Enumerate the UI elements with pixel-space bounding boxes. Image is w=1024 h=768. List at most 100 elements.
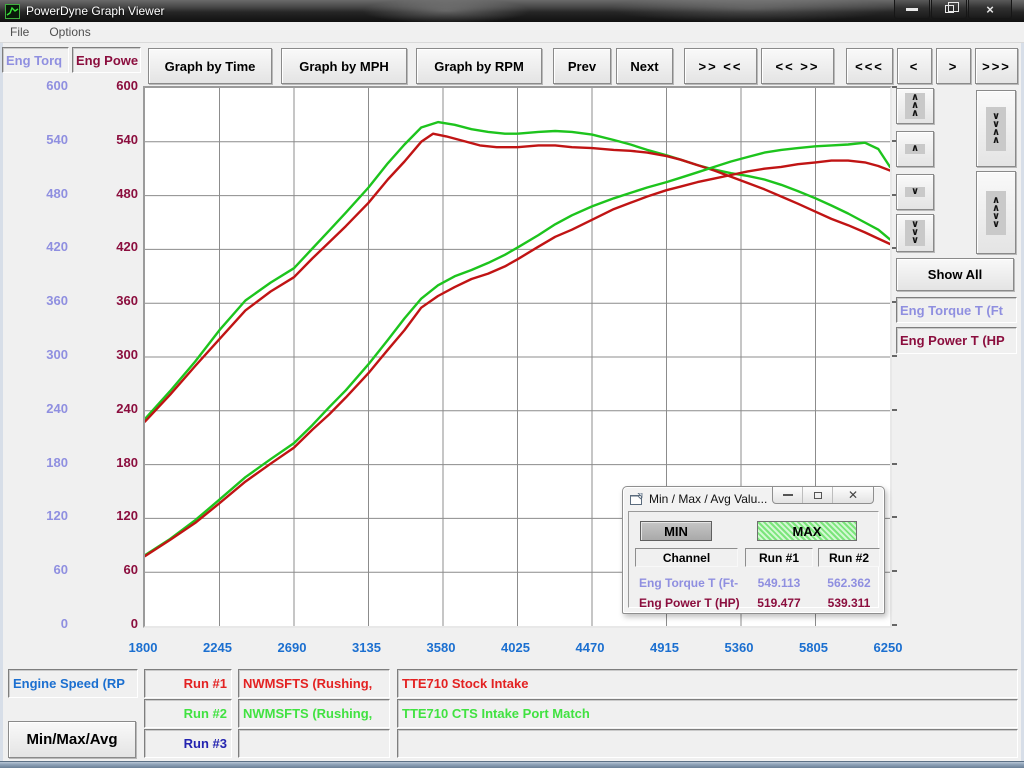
toolbar-button-graph-by-time[interactable]: Graph by Time	[148, 48, 272, 84]
minmax-minimize-icon	[783, 494, 793, 496]
x-channel-label: Engine Speed (RP	[13, 676, 125, 691]
run3-label: Run #3	[184, 736, 227, 751]
minmax-row-run2-value: 562.362	[814, 576, 884, 590]
triple-chevron-down-icon: ∨∨∨	[905, 220, 925, 246]
toolbar-button-btn[interactable]: <	[897, 48, 932, 84]
triple-chevron-up-button[interactable]: ∧∧∧	[896, 88, 934, 124]
column-header-run1: Run #1	[745, 548, 813, 567]
axis-tick-mark	[892, 409, 897, 411]
torque-channel-label-button[interactable]: Eng Torque T (Ft	[896, 297, 1017, 323]
minmax-close-button[interactable]: ✕	[833, 487, 873, 503]
minmax-row-channel: Eng Torque T (Ft-	[639, 576, 738, 590]
minmax-row-run1-value: 519.477	[744, 596, 814, 610]
minmax-avg-button[interactable]: Min/Max/Avg	[8, 721, 136, 758]
minmax-minimize-button[interactable]	[773, 487, 803, 503]
axis-tick-mark	[892, 516, 897, 518]
minmax-close-icon: ✕	[848, 488, 858, 502]
min-button[interactable]: MIN	[640, 521, 712, 541]
power-axis-tick-label: 240	[78, 401, 138, 417]
triple-chevron-up-icon: ∧∧∧	[905, 93, 925, 119]
triple-chevron-down-button[interactable]: ∨∨∨	[896, 214, 934, 252]
minmax-restore-icon	[814, 492, 822, 499]
run1-file-box: NWMSFTS (Rushing,	[238, 669, 390, 698]
rpm-axis-tick-label: 2690	[260, 640, 324, 656]
menu-item-file[interactable]: File	[0, 23, 39, 41]
torque-channel-label: Eng Torque T (Ft	[900, 303, 1003, 318]
title-bar: PowerDyne Graph Viewer ×	[0, 0, 1024, 22]
power-axis-tick-label: 0	[78, 616, 138, 632]
power-axis-tick-label: 360	[78, 293, 138, 309]
minmax-window-icon	[630, 493, 643, 505]
toolbar-button-btn[interactable]: <<<	[846, 48, 893, 84]
run2-desc-label: TTE710 CTS Intake Port Match	[402, 706, 590, 721]
rpm-axis-tick-label: 5360	[707, 640, 771, 656]
chevron-up-icon: ∧	[905, 144, 925, 154]
column-header-channel: Channel	[635, 548, 738, 567]
rpm-axis-tick-label: 3135	[335, 640, 399, 656]
run2-label: Run #2	[184, 706, 227, 721]
app-icon	[5, 4, 20, 19]
power-axis-tick-label: 480	[78, 186, 138, 202]
expand-vertical-button[interactable]: ∧∧∨∨	[976, 171, 1016, 254]
run1-file-label: NWMSFTS (Rushing,	[243, 676, 372, 691]
toolbar-button-prev[interactable]: Prev	[553, 48, 611, 84]
toolbar-button-btn[interactable]: >>>	[975, 48, 1018, 84]
power-axis-tick-label: 540	[78, 132, 138, 148]
toolbar-button-graph-by-mph[interactable]: Graph by MPH	[281, 48, 407, 84]
torque-axis-tick-label: 0	[8, 616, 68, 632]
run3-file-box	[238, 729, 390, 758]
menu-bar: File Options	[0, 22, 1024, 43]
run2-file-label: NWMSFTS (Rushing,	[243, 706, 372, 721]
x-channel-button[interactable]: Engine Speed (RP	[8, 669, 138, 698]
axis-tick-mark	[892, 463, 897, 465]
power-axis-tick-label: 420	[78, 239, 138, 255]
minmax-row-run1-value: 549.113	[744, 576, 814, 590]
rpm-axis-tick-label: 4915	[633, 640, 697, 656]
toolbar-button-next[interactable]: Next	[616, 48, 673, 84]
torque-axis-tick-label: 480	[8, 186, 68, 202]
rpm-axis-tick-label: 4025	[484, 640, 548, 656]
torque-axis-tick-label: 360	[8, 293, 68, 309]
restore-button[interactable]	[931, 0, 967, 19]
power-axis-tick-label: 60	[78, 562, 138, 578]
minmax-avg-button-label: Min/Max/Avg	[26, 731, 117, 748]
minmax-title-bar[interactable]: Min / Max / Avg Valu... ✕	[623, 487, 884, 511]
chevron-up-button[interactable]: ∧	[896, 131, 934, 167]
minimize-button[interactable]	[894, 0, 930, 19]
toolbar-button-graph-by-rpm[interactable]: Graph by RPM	[416, 48, 542, 84]
min-button-label: MIN	[664, 524, 688, 539]
run3-desc-box	[397, 729, 1018, 758]
torque-axis-tick-label: 60	[8, 562, 68, 578]
run2-label-box[interactable]: Run #2	[144, 699, 232, 728]
close-button[interactable]: ×	[968, 0, 1012, 19]
minmax-restore-button[interactable]	[803, 487, 833, 503]
window-bottom-frame	[0, 761, 1024, 768]
collapse-vertical-button[interactable]: ∨∨∧∧	[976, 90, 1016, 167]
torque-axis-tick-label: 420	[8, 239, 68, 255]
minmax-row-channel: Eng Power T (HP)	[639, 596, 740, 610]
max-button[interactable]: MAX	[757, 521, 857, 541]
rpm-axis-tick-label: 1800	[111, 640, 175, 656]
window-left-frame	[0, 43, 3, 761]
run1-label-box[interactable]: Run #1	[144, 669, 232, 698]
chevron-down-button[interactable]: ∨	[896, 174, 934, 210]
menu-item-options[interactable]: Options	[39, 23, 100, 41]
channel-button-torque[interactable]: Eng Torq	[2, 47, 69, 73]
collapse-vertical-icon: ∨∨∧∧	[986, 107, 1006, 151]
run3-label-box[interactable]: Run #3	[144, 729, 232, 758]
torque-axis-tick-label: 300	[8, 347, 68, 363]
power-channel-label: Eng Power T (HP	[900, 333, 1005, 348]
minmax-title: Min / Max / Avg Valu...	[649, 492, 767, 506]
max-button-label: MAX	[793, 524, 822, 539]
toolbar-button-btn[interactable]: >	[936, 48, 971, 84]
toolbar-button-btn[interactable]: << >>	[761, 48, 834, 84]
minmax-row-run2-value: 539.311	[814, 596, 884, 610]
channel-button-torque-label: Eng Torq	[6, 53, 62, 68]
rpm-axis-tick-label: 5805	[782, 640, 846, 656]
show-all-label: Show All	[928, 267, 982, 282]
power-channel-label-button[interactable]: Eng Power T (HP	[896, 327, 1017, 354]
channel-button-power[interactable]: Eng Powe	[72, 47, 141, 73]
show-all-button[interactable]: Show All	[896, 258, 1014, 291]
torque-axis-tick-label: 120	[8, 508, 68, 524]
toolbar-button-btn[interactable]: >> <<	[684, 48, 757, 84]
